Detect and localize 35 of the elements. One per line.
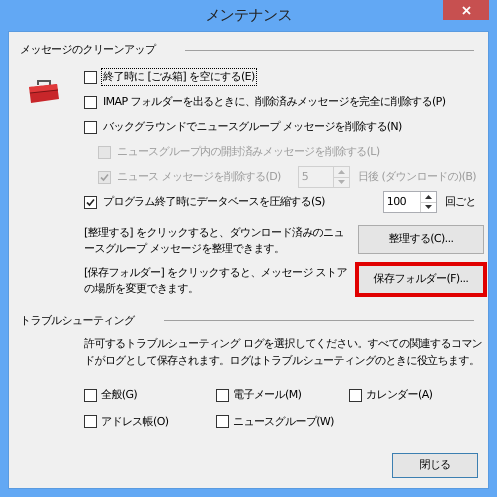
checkbox-label: ニュースグループ内の開封済みメッセージを削除する(L)	[116, 144, 381, 160]
checkbox-label: IMAP フォルダーを出るときに、削除済みメッセージを完全に削除する(P)	[102, 94, 446, 110]
checkbox[interactable]	[84, 196, 97, 208]
checkbox-label: ニュースグループ(W)	[233, 414, 334, 430]
group-label: メッセージのクリーンアップ	[20, 42, 156, 58]
spinner-value: 100	[386, 194, 407, 210]
checkbox-label: 電子メール(M)	[233, 387, 302, 403]
checkbox[interactable]	[84, 70, 97, 84]
checkbox-label: カレンダー(A)	[366, 387, 432, 403]
checkbox[interactable]	[349, 388, 362, 402]
close-icon	[462, 6, 470, 14]
close-button[interactable]: 閉じる	[392, 453, 478, 478]
checkbox[interactable]	[84, 96, 97, 108]
checkbox-label: 全般(G)	[101, 387, 138, 403]
checkbox[interactable]	[216, 388, 229, 402]
checkbox-label: 終了時に [ごみ箱] を空にする(E)	[101, 68, 257, 86]
window-title: メンテナンス	[205, 5, 292, 26]
group-label: トラブルシューティング	[20, 312, 134, 328]
checkbox-label: プログラム終了時にデータベースを圧縮する(S)	[102, 194, 326, 210]
checkbox[interactable]	[84, 120, 97, 134]
checkbox-label: アドレス帳(O)	[101, 414, 168, 430]
action-description: [保存フォルダー] をクリックすると、メッセージ ストアの場所を変更できます。	[84, 264, 348, 296]
troubleshooting-description: 許可するトラブルシューティング ログを選択してください。すべての関連するコマンドがログとして保存されます。ログはトラブルシューティングのときに役立ちます。	[84, 336, 484, 369]
checkbox[interactable]	[216, 415, 229, 428]
number-spinner[interactable]: 100	[382, 191, 437, 213]
spinner-value: 5	[300, 169, 310, 185]
checkbox[interactable]	[84, 415, 97, 428]
checkbox[interactable]	[84, 388, 97, 402]
spinner-suffix: 日後 (ダウンロードの)(B)	[358, 168, 476, 185]
checkbox-label: バックグラウンドでニュースグループ メッセージを削除する(N)	[102, 118, 403, 135]
close-window-button[interactable]	[443, 0, 489, 20]
checkbox-label: ニュース メッセージを削除する(D)	[116, 168, 282, 185]
spinner-suffix: 回ごと	[444, 194, 476, 210]
action-button[interactable]: 整理する(C)...	[358, 224, 484, 254]
action-description: [整理する] をクリックすると、ダウンロード済みのニュースグループ メッセージを整理できます。	[84, 224, 345, 256]
